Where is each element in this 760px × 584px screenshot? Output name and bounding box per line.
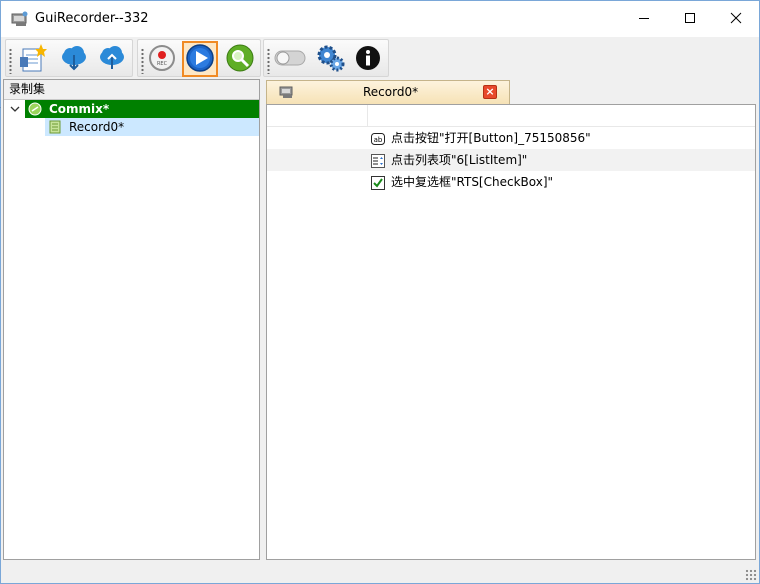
play-button[interactable] xyxy=(182,41,218,77)
record-set-panel: 录制集 xyxy=(0,79,260,560)
cloud-upload-icon xyxy=(97,43,127,76)
toolbar-group-record: REC xyxy=(137,39,261,77)
tab-title: Record0* xyxy=(363,85,419,99)
resize-grip[interactable] xyxy=(745,569,757,581)
info-button[interactable] xyxy=(352,43,384,75)
panel-header: 录制集 xyxy=(4,80,259,100)
action-text: 点击按钮"打开[Button]_75150856" xyxy=(391,131,591,145)
app-window: GuiRecorder--332 REC 录制集 Commix* Record0… xyxy=(0,0,760,584)
svg-text:ab: ab xyxy=(374,136,383,144)
column-divider xyxy=(367,105,368,127)
status-bar xyxy=(1,561,759,583)
title-bar: GuiRecorder--332 xyxy=(1,1,759,37)
cloud-download-icon xyxy=(59,43,89,76)
toolbar-group-file xyxy=(5,39,133,77)
toggle-switch[interactable] xyxy=(274,43,306,75)
maximize-button[interactable] xyxy=(667,1,713,35)
close-button[interactable] xyxy=(713,1,759,35)
list-item-icon xyxy=(371,153,385,168)
info-icon xyxy=(353,43,383,76)
gears-icon xyxy=(315,43,345,76)
record-document-icon xyxy=(48,120,62,134)
recorder-app-icon xyxy=(11,11,29,27)
tree-child-label: Record0* xyxy=(69,120,125,134)
download-button[interactable] xyxy=(58,43,90,75)
actions-header-row xyxy=(267,105,755,127)
play-icon xyxy=(185,43,215,76)
inspect-button[interactable] xyxy=(224,43,256,75)
record-set-icon xyxy=(28,102,42,116)
toolbar-group-options xyxy=(263,39,389,77)
chevron-down-icon[interactable] xyxy=(0,100,2,118)
action-text: 选中复选框"RTS[CheckBox]" xyxy=(391,175,554,189)
button-ab-icon: ab xyxy=(371,131,385,145)
toolbar-grip[interactable] xyxy=(141,48,144,74)
action-row[interactable]: 点击列表项"6[ListItem]" xyxy=(267,149,755,171)
action-row[interactable]: 选中复选框"RTS[CheckBox]" xyxy=(267,171,755,193)
new-record-set-button[interactable] xyxy=(16,43,48,75)
tab-record0[interactable]: Record0* × xyxy=(266,80,510,104)
settings-button[interactable] xyxy=(314,43,346,75)
tree-root-label: Commix* xyxy=(49,102,110,116)
new-document-star-icon xyxy=(17,43,47,76)
recorder-tab-icon xyxy=(279,85,295,102)
action-text: 点击列表项"6[ListItem]" xyxy=(391,153,528,167)
window-title: GuiRecorder--332 xyxy=(35,11,149,26)
record-button[interactable]: REC xyxy=(146,43,178,75)
tree-expand-toggle[interactable] xyxy=(9,100,21,118)
tree-node-record0[interactable]: Record0* xyxy=(45,118,259,136)
toolbar-grip[interactable] xyxy=(267,48,270,74)
tree-node-commix[interactable]: Commix* xyxy=(25,100,259,118)
svg-text:REC: REC xyxy=(157,61,168,67)
toolbar: REC xyxy=(1,37,759,79)
magnifier-icon xyxy=(225,43,255,76)
tab-close-icon[interactable]: × xyxy=(483,85,497,99)
record-actions-panel: ab 点击按钮"打开[Button]_75150856" 点击列表项"6[Lis… xyxy=(266,104,756,560)
upload-button[interactable] xyxy=(96,43,128,75)
minimize-button[interactable] xyxy=(621,1,667,35)
checkbox-checked-icon xyxy=(371,175,385,190)
rec-icon: REC xyxy=(147,43,177,76)
toolbar-grip[interactable] xyxy=(9,48,12,74)
toggle-icon xyxy=(274,43,306,76)
action-row[interactable]: ab 点击按钮"打开[Button]_75150856" xyxy=(267,127,755,149)
